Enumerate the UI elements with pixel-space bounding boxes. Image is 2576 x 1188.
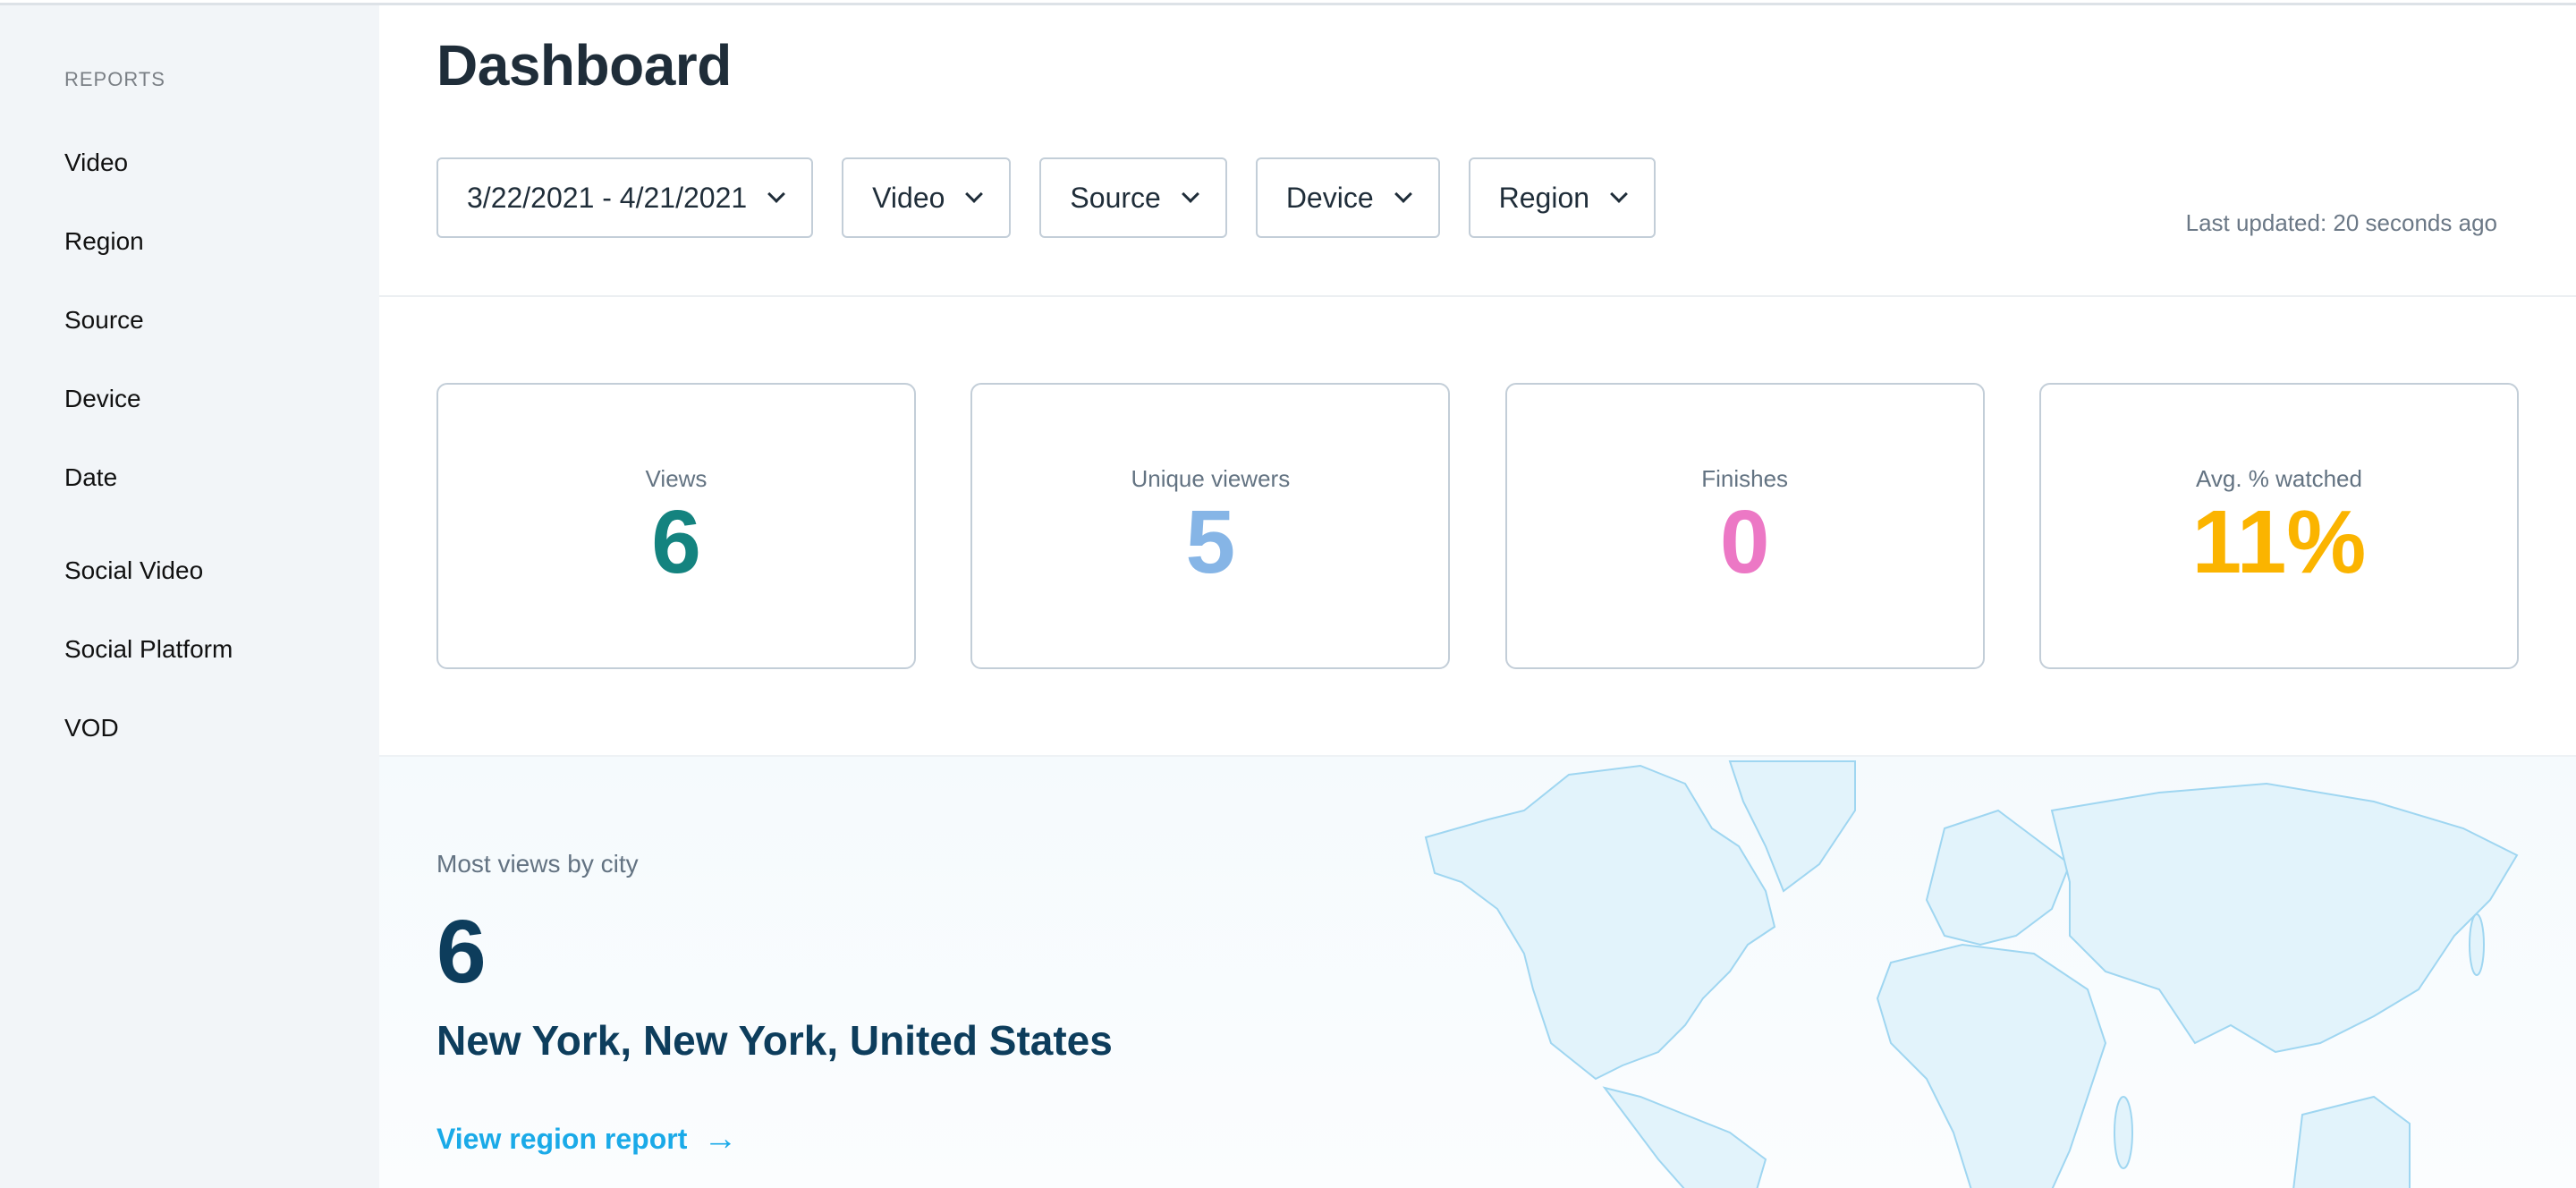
stat-label: Unique viewers <box>1131 465 1291 492</box>
source-filter-label: Source <box>1070 181 1161 214</box>
sidebar-item-video[interactable]: Video <box>64 148 128 177</box>
map-australia <box>2292 1095 2411 1188</box>
device-filter[interactable]: Device <box>1255 157 1440 238</box>
chevron-down-icon <box>965 185 984 203</box>
region-filter-label: Region <box>1498 181 1590 214</box>
stat-value: 11% <box>2191 492 2367 592</box>
page-title: Dashboard <box>436 33 732 98</box>
stat-value: 6 <box>651 492 701 592</box>
chevron-down-icon <box>1610 185 1628 203</box>
stat-label: Avg. % watched <box>2196 465 2362 492</box>
map-north-america <box>1424 764 1776 1081</box>
sidebar-item-social-video[interactable]: Social Video <box>64 556 203 585</box>
chevron-down-icon <box>1181 185 1199 203</box>
stat-value: 5 <box>1185 492 1236 592</box>
source-filter[interactable]: Source <box>1039 157 1227 238</box>
sidebar-item-social-platform[interactable]: Social Platform <box>64 635 233 664</box>
stat-card-avg-watched: Avg. % watched 11% <box>2038 383 2519 669</box>
sidebar-item-vod[interactable]: VOD <box>64 714 119 742</box>
filter-bar: 3/22/2021 - 4/21/2021 Video Source Devic… <box>436 157 1657 238</box>
stat-card-finishes: Finishes 0 <box>1504 383 1985 669</box>
stats-cards: Views 6 Unique viewers 5 Finishes 0 Avg.… <box>436 383 2519 669</box>
video-filter[interactable]: Video <box>842 157 1012 238</box>
view-region-report-link[interactable]: View region report → <box>436 1120 737 1158</box>
world-map <box>1424 760 2519 1188</box>
sidebar-item-date[interactable]: Date <box>64 463 117 492</box>
stat-label: Views <box>645 465 708 492</box>
map-africa <box>1876 943 2107 1188</box>
last-updated-text: Last updated: 20 seconds ago <box>2185 209 2497 236</box>
map-europe <box>1925 809 2072 946</box>
chevron-down-icon <box>767 185 786 203</box>
sidebar-heading: REPORTS <box>64 68 165 90</box>
sidebar-item-source[interactable]: Source <box>64 306 144 335</box>
map-asia <box>2050 782 2519 1054</box>
most-views-by-city-section: Most views by city 6 New York, New York,… <box>379 755 2576 1188</box>
stat-card-unique-viewers: Unique viewers 5 <box>970 383 1451 669</box>
view-region-report-label: View region report <box>436 1123 688 1155</box>
device-filter-label: Device <box>1285 181 1374 214</box>
stat-card-views: Views 6 <box>436 383 916 669</box>
arrow-right-icon: → <box>703 1120 738 1158</box>
map-madagascar <box>2114 1096 2133 1169</box>
top-city-views-value: 6 <box>436 902 487 1002</box>
top-city-name: New York, New York, United States <box>436 1017 1113 1064</box>
divider <box>379 295 2576 297</box>
chevron-down-icon <box>1394 185 1412 203</box>
region-filter[interactable]: Region <box>1468 157 1657 238</box>
date-range-filter[interactable]: 3/22/2021 - 4/21/2021 <box>436 157 814 238</box>
sidebar-item-region[interactable]: Region <box>64 227 144 256</box>
main-content: Dashboard 3/22/2021 - 4/21/2021 Video So… <box>379 5 2576 1188</box>
stat-label: Finishes <box>1701 465 1789 492</box>
stat-value: 0 <box>1719 492 1770 592</box>
date-range-label: 3/22/2021 - 4/21/2021 <box>467 181 748 214</box>
most-views-subtitle: Most views by city <box>436 850 639 878</box>
map-south-america <box>1602 1086 1767 1188</box>
video-filter-label: Video <box>872 181 945 214</box>
sidebar-item-device[interactable]: Device <box>64 385 141 413</box>
map-japan <box>2469 913 2485 976</box>
sidebar: REPORTS Video Region Source Device Date … <box>0 5 379 1188</box>
